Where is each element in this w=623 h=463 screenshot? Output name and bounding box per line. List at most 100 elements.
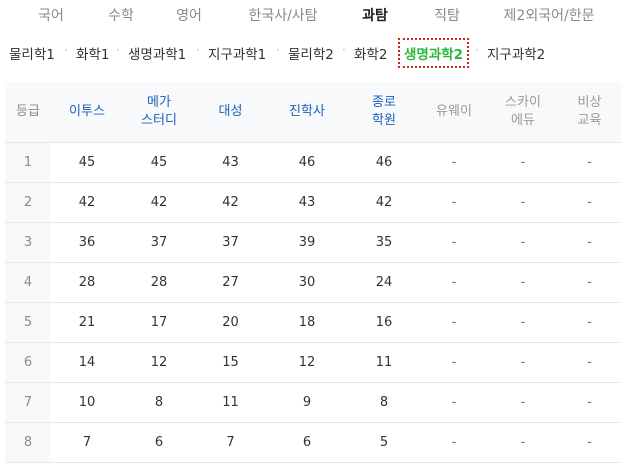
score-cell: 12 bbox=[123, 342, 195, 383]
grade-cell: 8 bbox=[5, 422, 51, 463]
science-subject-bar: 물리학1 · 화학1 · 생명과학1 · 지구과학1 · 물리학2 · 화학2 … bbox=[0, 28, 623, 78]
score-cell: - bbox=[420, 342, 488, 383]
header-uway: 유웨이 bbox=[420, 82, 488, 143]
score-cell: 27 bbox=[195, 262, 266, 303]
score-cell: 8 bbox=[123, 382, 195, 423]
score-cell: 28 bbox=[51, 262, 123, 303]
tab-math[interactable]: 수학 bbox=[108, 5, 134, 25]
header-visang: 비상 교육 bbox=[558, 82, 621, 143]
subtab-biology1[interactable]: 생명과학1 bbox=[128, 43, 186, 63]
score-cell: 39 bbox=[266, 222, 348, 263]
score-cell: - bbox=[420, 422, 488, 463]
score-cell: 30 bbox=[266, 262, 348, 303]
grade-cell: 3 bbox=[5, 222, 51, 263]
score-cell: 6 bbox=[123, 422, 195, 463]
score-cell: 42 bbox=[123, 182, 195, 223]
tab-history-social[interactable]: 한국사/사탐 bbox=[248, 5, 317, 25]
grade-cutoff-table: 등급 이투스 메가 스터디 대성 진학사 종로 학원 유웨이 스카이 에듀 비상 교육 … bbox=[5, 82, 621, 463]
score-cell: 16 bbox=[348, 302, 420, 343]
header-megastudy: 메가 스터디 bbox=[123, 82, 195, 143]
score-cell: 35 bbox=[348, 222, 420, 263]
tab-korean[interactable]: 국어 bbox=[38, 5, 64, 25]
score-cell: 9 bbox=[266, 382, 348, 423]
separator: · bbox=[64, 43, 68, 57]
header-jongro: 종로 학원 bbox=[348, 82, 420, 143]
score-cell: 42 bbox=[51, 182, 123, 223]
grade-cell: 1 bbox=[5, 142, 51, 183]
score-cell: - bbox=[420, 382, 488, 423]
header-daesung: 대성 bbox=[195, 82, 266, 143]
grade-cell: 5 bbox=[5, 302, 51, 343]
tab-science[interactable]: 과탐 bbox=[362, 5, 388, 25]
header-skyedu: 스카이 에듀 bbox=[488, 82, 558, 143]
score-cell: 37 bbox=[123, 222, 195, 263]
score-cell: 37 bbox=[195, 222, 266, 263]
subtab-physics1[interactable]: 물리학1 bbox=[9, 43, 55, 63]
subtab-earth-science1[interactable]: 지구과학1 bbox=[208, 43, 266, 63]
separator: · bbox=[276, 43, 280, 57]
score-cell: - bbox=[558, 342, 621, 383]
score-cell: 7 bbox=[195, 422, 266, 463]
subtab-chemistry1[interactable]: 화학1 bbox=[76, 43, 109, 63]
score-cell: 45 bbox=[51, 142, 123, 183]
score-cell: 43 bbox=[266, 182, 348, 223]
score-cell: 43 bbox=[195, 142, 266, 183]
grade-cell: 2 bbox=[5, 182, 51, 223]
tab-vocational[interactable]: 직탐 bbox=[434, 5, 460, 25]
table-row: 1 45 45 43 46 46 - - - bbox=[5, 142, 621, 183]
score-cell: 10 bbox=[51, 382, 123, 423]
score-cell: - bbox=[420, 262, 488, 303]
score-cell: 24 bbox=[348, 262, 420, 303]
separator: · bbox=[196, 43, 200, 57]
score-cell: 11 bbox=[195, 382, 266, 423]
score-cell: 15 bbox=[195, 342, 266, 383]
subtab-earth-science2[interactable]: 지구과학2 bbox=[487, 43, 545, 63]
score-cell: 6 bbox=[266, 422, 348, 463]
score-cell: 28 bbox=[123, 262, 195, 303]
table-row: 5 21 17 20 18 16 - - - bbox=[5, 302, 621, 343]
score-cell: - bbox=[488, 182, 558, 223]
tab-english[interactable]: 영어 bbox=[176, 5, 202, 25]
score-cell: - bbox=[488, 382, 558, 423]
subject-tab-bar: 국어 수학 영어 한국사/사탐 과탐 직탐 제2외국어/한문 bbox=[0, 0, 623, 28]
score-cell: - bbox=[488, 342, 558, 383]
subtab-physics2[interactable]: 물리학2 bbox=[288, 43, 334, 63]
score-cell: - bbox=[488, 422, 558, 463]
subtab-biology2[interactable]: 생명과학2 bbox=[398, 38, 470, 68]
score-cell: - bbox=[420, 182, 488, 223]
score-cell: - bbox=[558, 262, 621, 303]
header-etoos: 이투스 bbox=[51, 82, 123, 143]
score-cell: 8 bbox=[348, 382, 420, 423]
score-cell: 18 bbox=[266, 302, 348, 343]
score-cell: 42 bbox=[195, 182, 266, 223]
table-row: 8 7 6 7 6 5 - - - bbox=[5, 422, 621, 463]
score-cell: - bbox=[488, 222, 558, 263]
score-cell: - bbox=[420, 222, 488, 263]
header-jinhaksa: 진학사 bbox=[266, 82, 348, 143]
separator: · bbox=[116, 43, 120, 57]
score-cell: - bbox=[558, 182, 621, 223]
score-cell: 11 bbox=[348, 342, 420, 383]
score-cell: - bbox=[420, 142, 488, 183]
score-cell: - bbox=[488, 262, 558, 303]
score-cell: 12 bbox=[266, 342, 348, 383]
separator: · bbox=[475, 43, 479, 57]
score-cell: 46 bbox=[348, 142, 420, 183]
separator: · bbox=[342, 43, 346, 57]
table-row: 6 14 12 15 12 11 - - - bbox=[5, 342, 621, 383]
score-cell: 17 bbox=[123, 302, 195, 343]
tab-second-language[interactable]: 제2외국어/한문 bbox=[504, 5, 595, 25]
table-row: 2 42 42 42 43 42 - - - bbox=[5, 182, 621, 223]
score-cell: 46 bbox=[266, 142, 348, 183]
subtab-chemistry2[interactable]: 화학2 bbox=[354, 43, 387, 63]
score-cell: - bbox=[558, 422, 621, 463]
grade-cell: 4 bbox=[5, 262, 51, 303]
score-cell: 20 bbox=[195, 302, 266, 343]
score-cell: 21 bbox=[51, 302, 123, 343]
score-cell: - bbox=[558, 222, 621, 263]
score-cell: 7 bbox=[51, 422, 123, 463]
score-cell: - bbox=[558, 302, 621, 343]
grade-cell: 7 bbox=[5, 382, 51, 423]
grade-cell: 6 bbox=[5, 342, 51, 383]
score-cell: 45 bbox=[123, 142, 195, 183]
